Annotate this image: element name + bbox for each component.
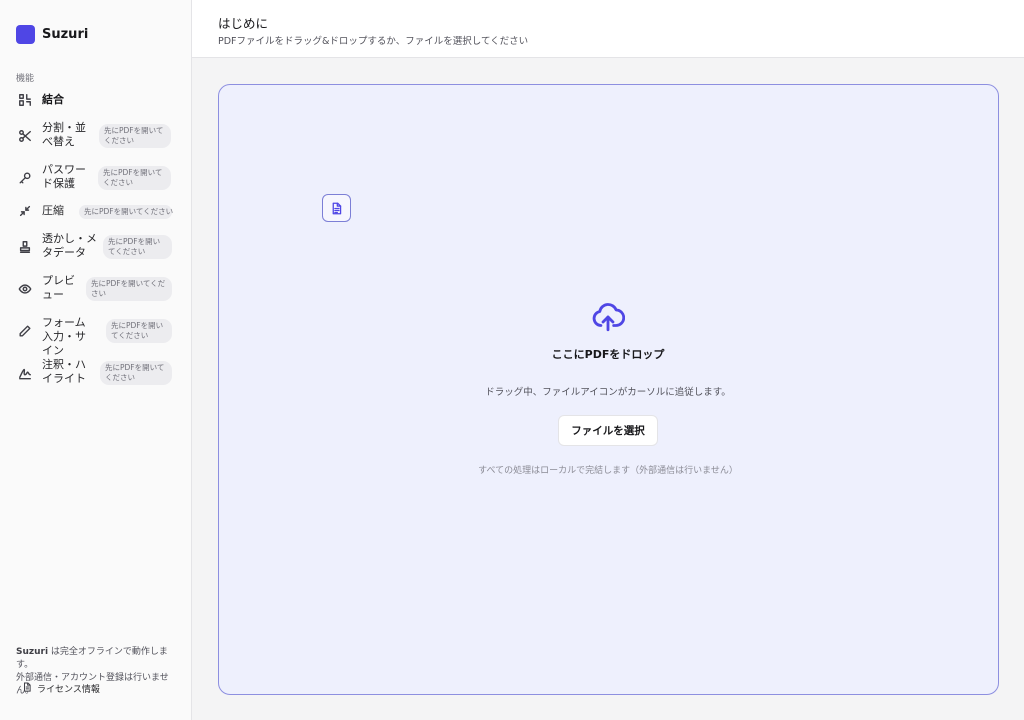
- compress-icon: [18, 204, 32, 218]
- status-badge: 先にPDFを開いてください: [100, 361, 172, 385]
- scissors-icon: [18, 129, 32, 143]
- status-badge: 先にPDFを開いてください: [99, 124, 171, 148]
- sidebar-item-label: 透かし・メタデータ: [42, 232, 97, 259]
- status-badge: 先にPDFを開いてください: [106, 319, 172, 343]
- key-icon: [18, 171, 32, 185]
- page-title: はじめに: [218, 16, 269, 31]
- app-name: Suzuri: [42, 27, 89, 42]
- merge-icon: [18, 93, 32, 107]
- sidebar-item-label: フォーム入力・サイン: [42, 316, 86, 357]
- sidebar-item-merge[interactable]: 結合: [12, 92, 180, 108]
- sidebar-item-label: 圧縮: [42, 204, 64, 217]
- app-logo: [16, 25, 35, 44]
- sidebar-item-form[interactable]: フォーム入力・サイン 先にPDFを開いてください: [12, 316, 180, 357]
- sidebar-item-preview[interactable]: プレビュー 先にPDFを開いてください: [12, 274, 180, 304]
- dropzone-description: ドラッグ中、ファイルアイコンがカーソルに追従します。: [485, 387, 731, 398]
- status-badge: 先にPDFを開いてください: [103, 235, 172, 259]
- license-label: ライセンス情報: [37, 685, 100, 695]
- sidebar-item-split[interactable]: 分割・並べ替え 先にPDFを開いてください: [12, 121, 180, 151]
- status-badge: 先にPDFを開いてください: [79, 205, 173, 219]
- page-header: はじめに PDFファイルをドラッグ&ドロップするか、ファイルを選択してください: [192, 0, 1024, 58]
- cloud-upload-icon: [591, 300, 626, 334]
- sidebar-item-label: プレビュー: [42, 274, 75, 301]
- sidebar-item-label: 結合: [42, 93, 64, 106]
- license-link[interactable]: ライセンス情報: [22, 682, 100, 695]
- sidebar-item-watermark[interactable]: 透かし・メタデータ 先にPDFを開いてください: [12, 232, 180, 262]
- page-subtitle: PDFファイルをドラッグ&ドロップするか、ファイルを選択してください: [218, 36, 529, 47]
- select-file-button[interactable]: ファイルを選択: [558, 415, 658, 446]
- stamp-icon: [18, 240, 32, 254]
- sidebar-item-label: 注釈・ハイライト: [42, 358, 86, 385]
- pdf-dropzone[interactable]: ここにPDFをドロップ ドラッグ中、ファイルアイコンがカーソルに追従します。 フ…: [218, 84, 999, 695]
- status-badge: 先にPDFを開いてください: [86, 277, 172, 301]
- dropzone-title: ここにPDFをドロップ: [551, 348, 665, 361]
- local-processing-note: すべての処理はローカルで完結します（外部通信は行いません）: [478, 466, 738, 476]
- pen-icon: [18, 324, 32, 338]
- footer-brand: Suzuri: [16, 647, 49, 657]
- sidebar-item-annotate[interactable]: 注釈・ハイライト 先にPDFを開いてください: [12, 358, 180, 388]
- features-section-label: 機能: [16, 74, 35, 84]
- sidebar-item-compress[interactable]: 圧縮 先にPDFを開いてください: [12, 203, 180, 219]
- brand: Suzuri: [16, 25, 88, 44]
- sidebar-item-label: 分割・並べ替え: [42, 121, 86, 148]
- signature-icon: [18, 366, 32, 380]
- dragged-file-icon: [322, 194, 351, 222]
- sidebar-item-label: パスワード保護: [42, 163, 86, 190]
- sidebar: Suzuri 機能 結合 分割・並べ替え 先にPDFを開いてください パスワード…: [0, 0, 192, 720]
- document-icon: [22, 682, 32, 695]
- status-badge: 先にPDFを開いてください: [98, 166, 171, 190]
- dropzone-content: ここにPDFをドロップ ドラッグ中、ファイルアイコンがカーソルに追従します。 フ…: [219, 300, 997, 476]
- sidebar-item-password[interactable]: パスワード保護 先にPDFを開いてください: [12, 163, 180, 193]
- eye-icon: [18, 282, 32, 296]
